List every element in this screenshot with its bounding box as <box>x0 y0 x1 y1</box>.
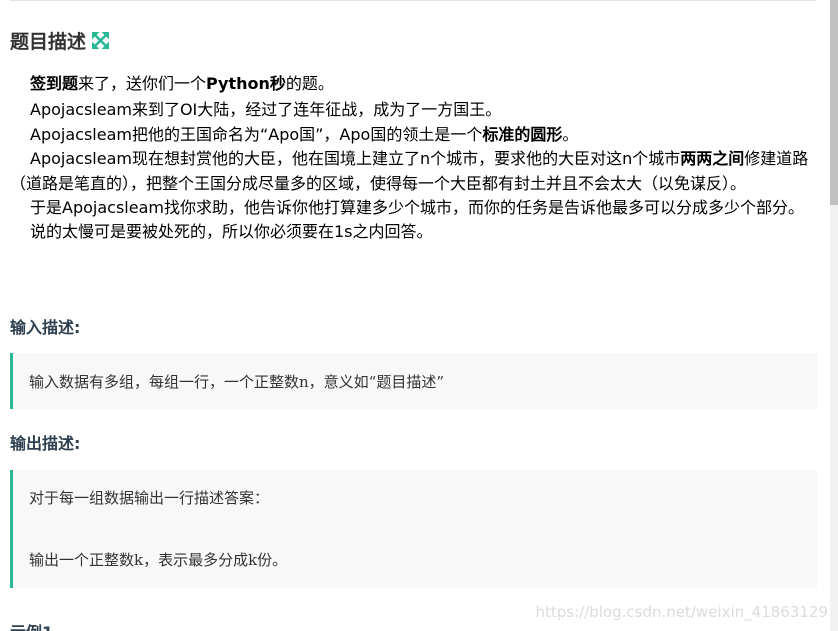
watermark: https://blog.csdn.net/weixin_41863129 <box>535 603 828 621</box>
output-description-line-2: 输出一个正整数k，表示最多分成k份。 <box>29 551 288 569</box>
paragraph-1: Apojacsleam来到了OI大陆，经过了连年征战，成为了一方国王。 <box>30 100 502 120</box>
paragraph-2: Apojacsleam把他的王国命名为“Apo国”，Apo国的领土是一个标准的圆… <box>30 124 579 144</box>
intro-bold-signin: 签到题 <box>30 74 79 93</box>
problem-title-row: 题目描述 <box>10 27 110 53</box>
top-divider <box>10 0 816 1</box>
input-heading: 输入描述: <box>10 318 81 337</box>
paragraph-3: Apojacsleam现在想封赏他的大臣，他在国境上建立了n个城市，要求他的大臣… <box>10 149 809 193</box>
bold-pairwise: 两两之间 <box>680 149 745 169</box>
intro-paragraph: 签到题来了，送你们一个Python秒的题。 <box>30 74 334 93</box>
problem-title: 题目描述 <box>10 30 87 53</box>
scrollbar-track[interactable] <box>830 0 838 631</box>
output-description-line-1: 对于每一组数据输出一行描述答案： <box>29 489 270 507</box>
bold-standard-circle: 标准的圆形 <box>482 124 563 144</box>
expand-arrows-icon[interactable] <box>92 31 110 49</box>
output-heading: 输出描述: <box>10 434 81 453</box>
example-heading: 示例1 <box>10 619 53 631</box>
input-description-block: 输入数据有多组，每组一行，一个正整数n，意义如“题目描述” <box>10 353 817 409</box>
output-description-block: 对于每一组数据输出一行描述答案： 输出一个正整数k，表示最多分成k份。 <box>10 470 817 588</box>
input-description-text: 输入数据有多组，每组一行，一个正整数n，意义如“题目描述” <box>29 373 445 391</box>
scrollbar-thumb[interactable] <box>830 0 838 205</box>
intro-bold-python: Python秒 <box>206 74 286 93</box>
paragraph-4: 于是Apojacsleam找你求助，他告诉你他打算建多少个城市，而你的任务是告诉… <box>30 198 804 218</box>
problem-description: 签到题来了，送你们一个Python秒的题。 Apojacsleam来到了OI大陆… <box>10 72 818 245</box>
paragraph-5: 说的太慢可是要被处死的，所以你必须要在1s之内回答。 <box>30 222 433 242</box>
